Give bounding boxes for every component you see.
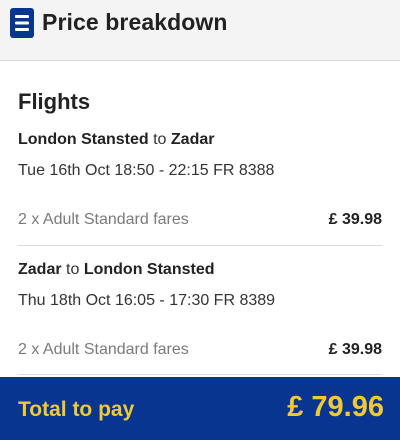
section-title-flights: Flights — [18, 89, 91, 114]
breakdown-content: Flights London Stansted to Zadar Tue 16t… — [0, 61, 400, 379]
outbound-route: London Stansted to Zadar — [18, 131, 214, 149]
outbound-connector: to — [153, 131, 167, 148]
return-route: Zadar to London Stansted — [18, 261, 214, 279]
panel-header: Price breakdown — [0, 0, 400, 61]
total-footer: Total to pay £ 79.96 — [0, 377, 400, 440]
flight-divider-bottom — [18, 374, 382, 375]
receipt-list-icon — [10, 8, 34, 38]
outbound-details: Tue 16th Oct 18:50 - 22:15 FR 8388 — [18, 162, 275, 179]
flight-divider — [18, 245, 382, 246]
return-connector: to — [66, 261, 80, 278]
total-label: Total to pay — [18, 398, 135, 421]
return-origin: Zadar — [18, 261, 62, 278]
outbound-destination: Zadar — [170, 131, 215, 148]
return-details: Thu 18th Oct 16:05 - 17:30 FR 8389 — [18, 292, 276, 309]
outbound-fare-price: £ 39.98 — [328, 211, 382, 228]
outbound-origin: London Stansted — [18, 131, 149, 148]
price-breakdown-panel: Price breakdown Flights London Stansted … — [0, 0, 400, 440]
return-destination: London Stansted — [83, 261, 215, 278]
total-value: £ 79.96 — [287, 391, 384, 423]
return-fare-price: £ 39.98 — [328, 341, 382, 358]
return-fare-label: 2 x Adult Standard fares — [18, 341, 189, 358]
outbound-fare-label: 2 x Adult Standard fares — [18, 211, 189, 228]
page-title: Price breakdown — [42, 9, 228, 35]
